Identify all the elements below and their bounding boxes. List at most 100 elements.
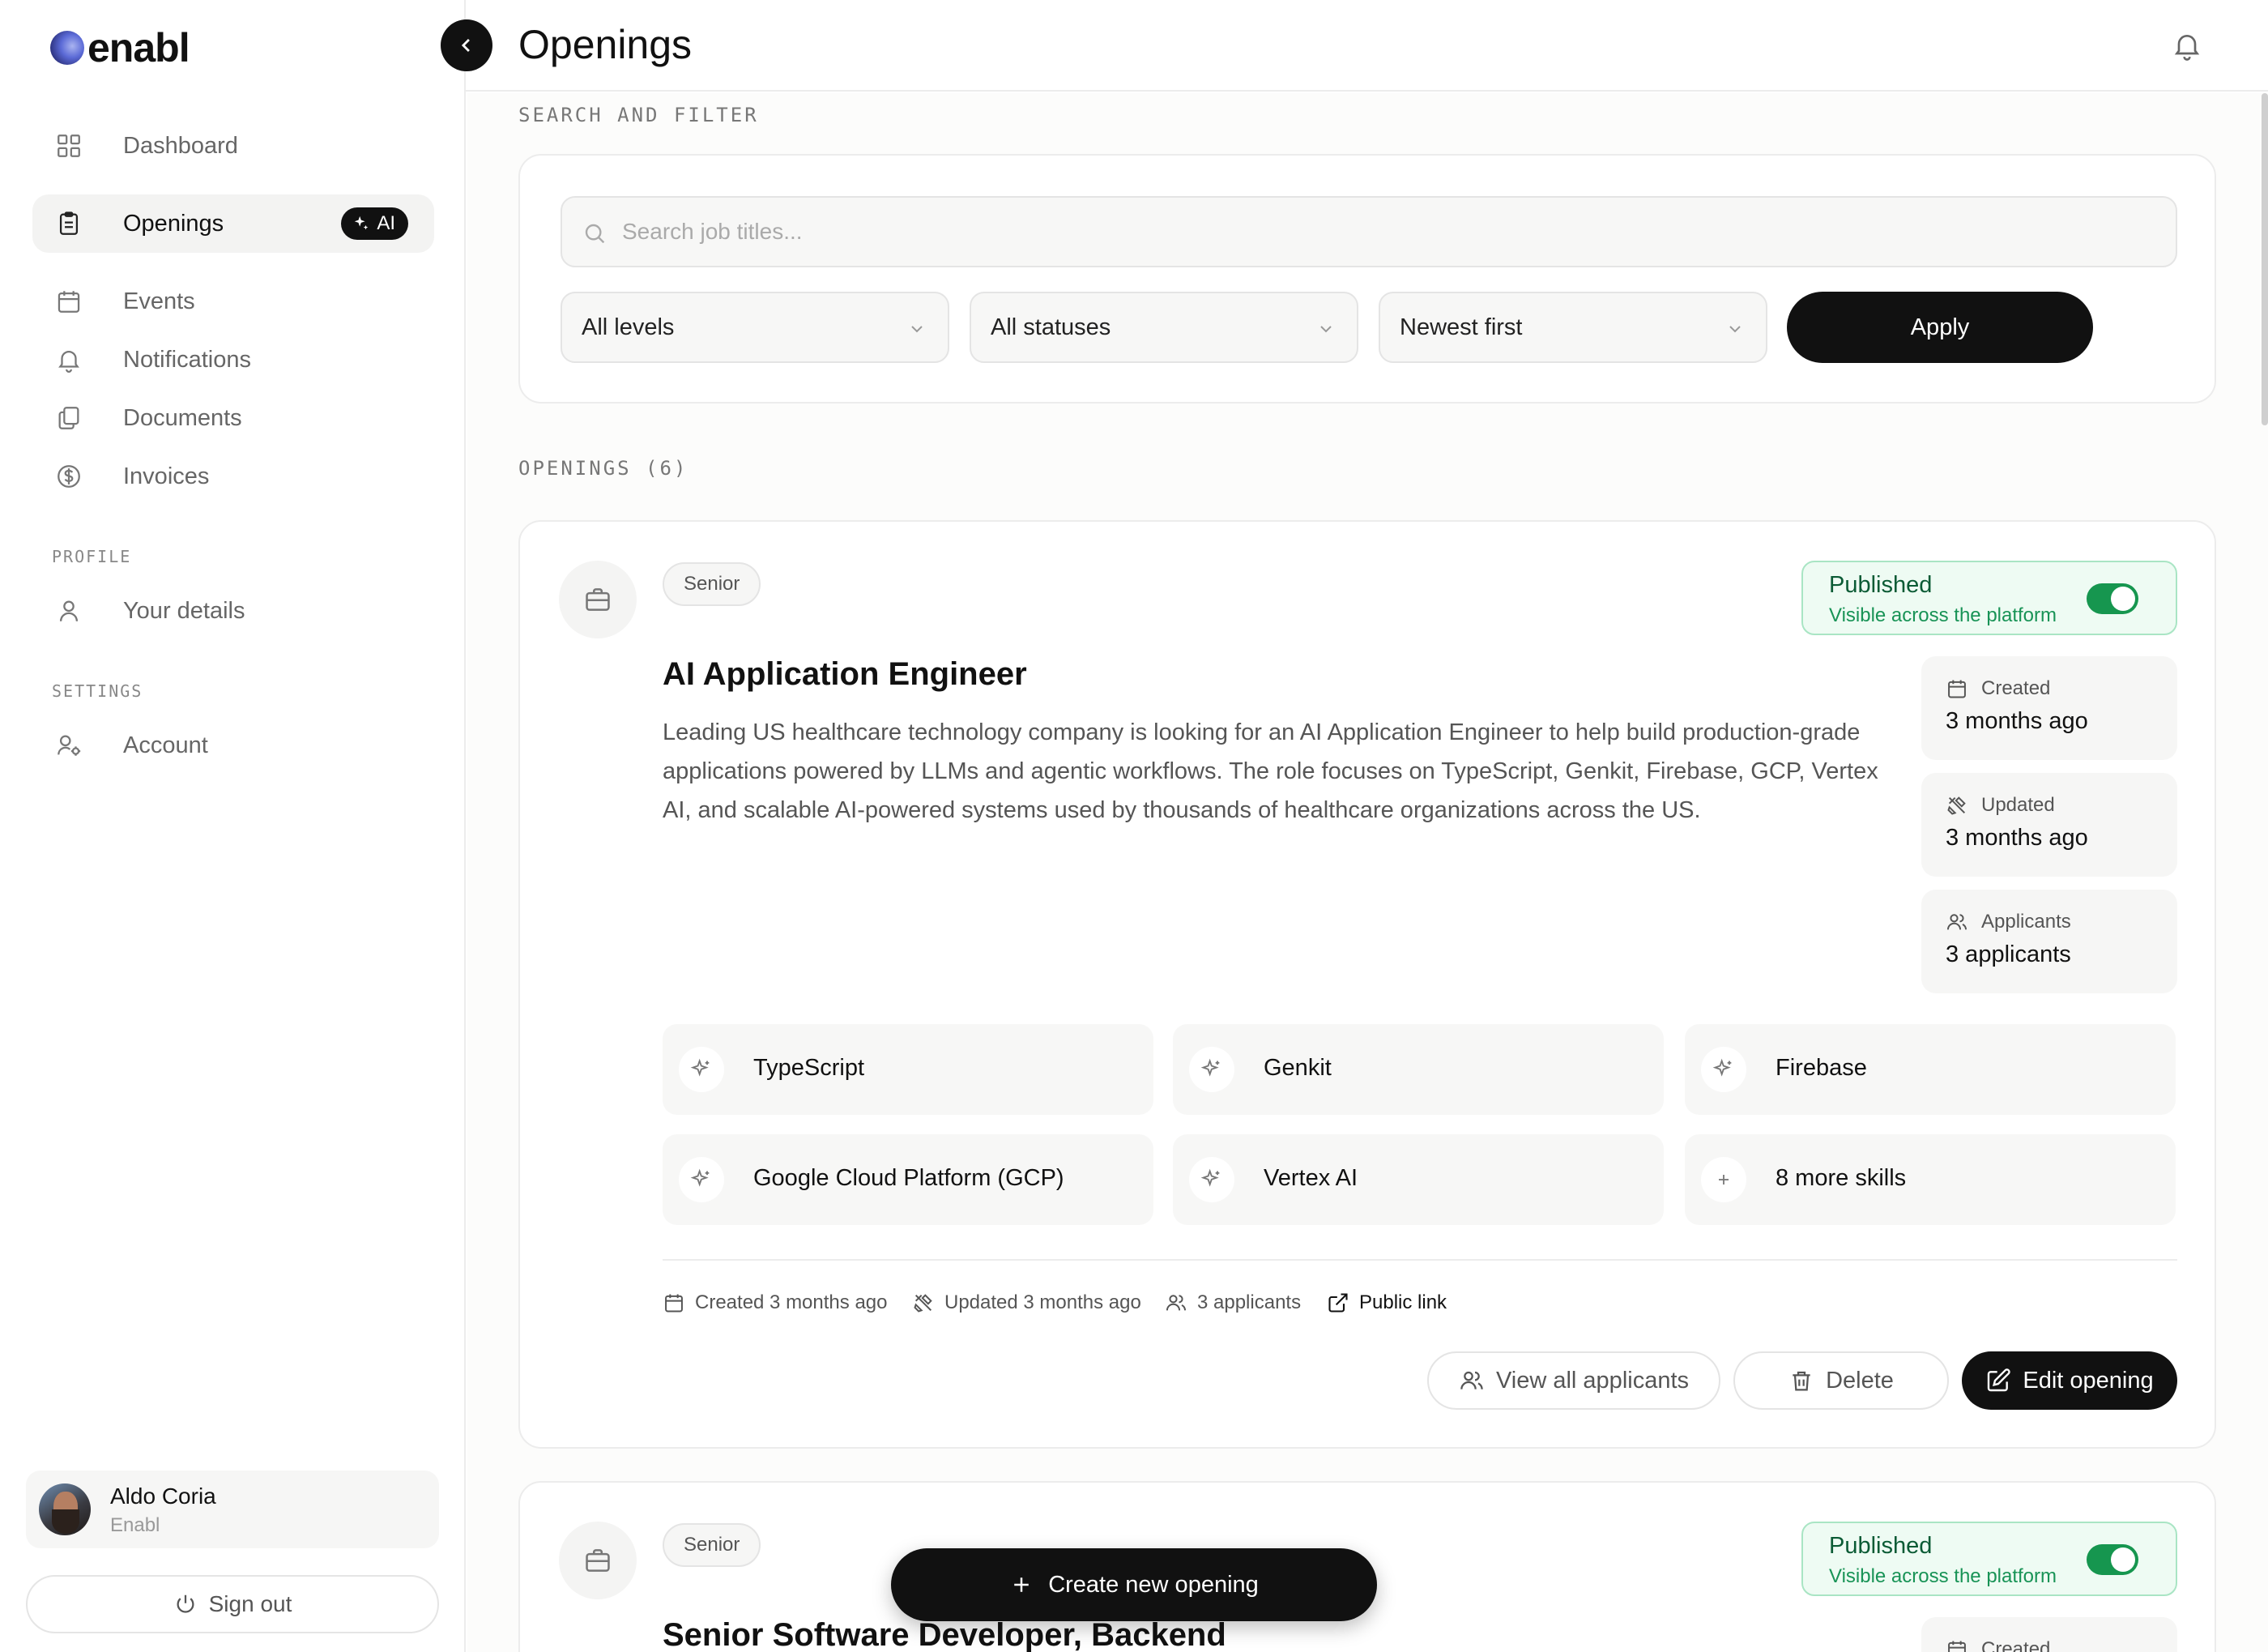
apply-button[interactable]: Apply	[1787, 292, 2093, 363]
section-label-profile: PROFILE	[52, 547, 132, 566]
sidebar-item-label: Your details	[123, 597, 245, 624]
sidebar-item-documents[interactable]: Documents	[32, 389, 434, 447]
edit-opening-button[interactable]: Edit opening	[1962, 1351, 2177, 1410]
trash-icon	[1793, 1371, 1810, 1391]
power-icon	[177, 1594, 194, 1613]
stat-created: Created	[1921, 1617, 2177, 1652]
sign-out-label: Sign out	[208, 1591, 292, 1616]
sidebar-item-label: Account	[123, 732, 208, 758]
stat-label: Updated	[1981, 794, 2055, 816]
divider	[663, 1259, 2177, 1261]
calendar-icon	[55, 288, 83, 315]
sidebar-item-openings[interactable]: Openings AI	[32, 194, 434, 253]
user-card[interactable]: Aldo Coria Enabl	[26, 1471, 439, 1548]
briefcase-icon	[559, 561, 637, 638]
search-filter-heading: SEARCH AND FILTER	[518, 104, 759, 126]
meta-updated: Updated 3 months ago	[912, 1291, 1141, 1314]
status-select[interactable]: All statuses	[970, 292, 1358, 363]
stat-value: 3 months ago	[1946, 708, 2088, 734]
skill-label: Google Cloud Platform (GCP)	[753, 1165, 1064, 1191]
sidebar-item-label: Invoices	[123, 463, 210, 489]
level-badge: Senior	[663, 562, 761, 606]
grid-icon	[55, 132, 83, 160]
level-select[interactable]: All levels	[561, 292, 949, 363]
chevron-down-icon	[907, 319, 927, 339]
stat-applicants: Applicants 3 applicants	[1921, 890, 2177, 993]
sparkle-icon	[1189, 1047, 1234, 1092]
publish-status-title: Published	[1829, 1533, 1933, 1559]
search-input[interactable]	[622, 198, 2161, 266]
more-skills-chip[interactable]: 8 more skills	[1685, 1134, 2176, 1225]
ai-badge: AI	[341, 207, 408, 240]
skill-chip: Firebase	[1685, 1024, 2176, 1115]
sidebar-item-invoices[interactable]: Invoices	[32, 447, 434, 506]
create-new-opening-button[interactable]: Create new opening	[891, 1548, 1377, 1621]
chevron-left-icon	[461, 39, 470, 52]
meta-updated-text: Updated 3 months ago	[944, 1291, 1141, 1313]
skill-label: Firebase	[1776, 1055, 1867, 1081]
more-skills-label: 8 more skills	[1776, 1165, 1907, 1191]
publish-status-title: Published	[1829, 572, 1933, 598]
level-badge: Senior	[663, 1523, 761, 1567]
external-link-icon	[1328, 1293, 1348, 1313]
status-select-value: All statuses	[991, 314, 1111, 340]
sign-out-button[interactable]: Sign out	[26, 1575, 439, 1633]
meta-applicants: 3 applicants	[1165, 1291, 1301, 1314]
users-icon	[1166, 1295, 1187, 1311]
chevron-down-icon	[1725, 319, 1745, 339]
sort-select[interactable]: Newest first	[1379, 292, 1767, 363]
delete-label: Delete	[1826, 1367, 1894, 1394]
sort-select-value: Newest first	[1400, 314, 1523, 340]
skill-label: Vertex AI	[1264, 1165, 1358, 1191]
sparkle-icon	[1701, 1047, 1746, 1092]
opening-card: Senior Published Visible across the plat…	[518, 520, 2216, 1449]
sparkle-icon	[355, 216, 369, 230]
sidebar-item-events[interactable]: Events	[32, 272, 434, 331]
skill-label: Genkit	[1264, 1055, 1332, 1081]
delete-button[interactable]: Delete	[1733, 1351, 1949, 1410]
view-all-applicants-button[interactable]: View all applicants	[1427, 1351, 1720, 1410]
stat-created: Created 3 months ago	[1921, 656, 2177, 760]
job-title[interactable]: Senior Software Developer, Backend	[663, 1617, 1226, 1652]
plus-icon	[1701, 1157, 1746, 1202]
public-link[interactable]: Public link	[1327, 1291, 1447, 1314]
section-label-settings: SETTINGS	[52, 681, 143, 701]
sidebar-item-label: Events	[123, 288, 195, 314]
top-header	[466, 0, 2268, 92]
sidebar-item-label: Notifications	[123, 346, 251, 373]
sidebar-item-label: Openings	[123, 210, 224, 237]
sidebar-item-account[interactable]: Account	[32, 716, 434, 775]
sidebar-item-your-details[interactable]: Your details	[32, 582, 434, 640]
skill-chip: Google Cloud Platform (GCP)	[663, 1134, 1153, 1225]
sidebar-item-dashboard[interactable]: Dashboard	[32, 117, 434, 175]
users-icon	[1946, 911, 1968, 933]
publish-toggle[interactable]	[2087, 583, 2138, 614]
sidebar-item-label: Documents	[123, 404, 242, 431]
logo-mark	[50, 31, 84, 65]
skill-chip: TypeScript	[663, 1024, 1153, 1115]
calendar-icon	[665, 1294, 683, 1313]
logo[interactable]: enabl	[50, 24, 190, 71]
user-org: Enabl	[110, 1514, 160, 1536]
meta-created: Created 3 months ago	[663, 1291, 887, 1314]
job-title[interactable]: AI Application Engineer	[663, 656, 1027, 693]
stat-value: 3 applicants	[1946, 941, 2071, 967]
user-name: Aldo Coria	[110, 1483, 216, 1509]
notifications-bell-icon[interactable]	[2171, 29, 2203, 62]
edit-icon	[1988, 1368, 2011, 1392]
meta-created-text: Created 3 months ago	[695, 1291, 888, 1313]
page-title: Openings	[518, 22, 693, 67]
collapse-sidebar-button[interactable]	[441, 19, 492, 71]
search-icon	[582, 220, 608, 246]
create-new-opening-label: Create new opening	[1048, 1571, 1259, 1598]
skill-label: TypeScript	[753, 1055, 864, 1081]
filter-card: All levels All statuses Newest first App…	[518, 154, 2216, 403]
avatar	[39, 1483, 91, 1535]
publish-toggle[interactable]	[2087, 1544, 2138, 1575]
level-select-value: All levels	[582, 314, 675, 340]
sidebar-item-label: Dashboard	[123, 132, 238, 159]
user-icon	[55, 597, 83, 625]
scrollbar-thumb[interactable]	[2262, 93, 2268, 425]
sidebar-item-notifications[interactable]: Notifications	[32, 331, 434, 389]
briefcase-icon	[559, 1522, 637, 1599]
